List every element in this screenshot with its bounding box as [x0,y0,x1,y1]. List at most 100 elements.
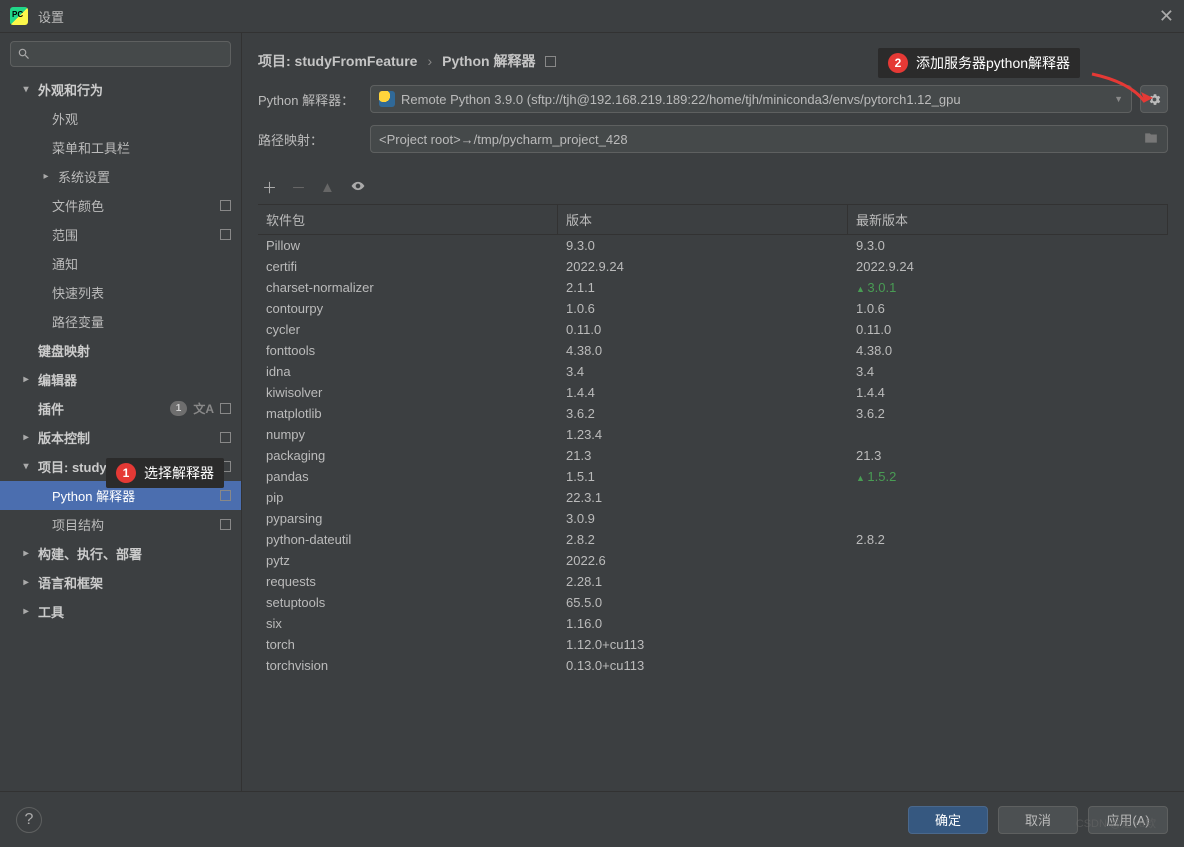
pkg-version: 2.1.1 [558,277,848,298]
path-row: 路径映射： <Project root>→/tmp/pycharm_projec… [258,125,1168,153]
folder-icon [1143,131,1159,148]
tree-item[interactable]: 通知 [0,249,241,278]
tree-item[interactable]: 路径变量 [0,307,241,336]
table-row[interactable]: Pillow9.3.09.3.0 [258,235,1168,256]
table-row[interactable]: pip22.3.1 [258,487,1168,508]
table-row[interactable]: certifi2022.9.242022.9.24 [258,256,1168,277]
pkg-version: 21.3 [558,445,848,466]
tree-item[interactable]: ▾外观和行为 [0,75,241,104]
table-row[interactable]: torchvision0.13.0+cu113 [258,655,1168,676]
close-icon[interactable]: ✕ [1159,6,1174,27]
tree-item[interactable]: ▸工具 [0,597,241,626]
search-input[interactable] [10,41,231,67]
table-row[interactable]: packaging21.321.3 [258,445,1168,466]
tree-item[interactable]: 插件1文A [0,394,241,423]
tree-item[interactable]: ▸构建、执行、部署 [0,539,241,568]
tree-item-label: 外观 [52,109,78,128]
badge: 1 [170,401,188,416]
chevron-icon: ▸ [18,606,34,617]
pkg-name: matplotlib [258,403,558,424]
header-latest[interactable]: 最新版本 [848,205,1168,234]
table-row[interactable]: matplotlib3.6.23.6.2 [258,403,1168,424]
tree-item[interactable]: 范围 [0,220,241,249]
tree-item[interactable]: 外观 [0,104,241,133]
tree-item-label: 项目结构 [52,515,104,534]
tree-item[interactable]: ▸系统设置 [0,162,241,191]
path-value: <Project root>→/tmp/pycharm_project_428 [379,132,628,147]
path-field[interactable]: <Project root>→/tmp/pycharm_project_428 [370,125,1168,153]
pkg-version: 2.8.2 [558,529,848,550]
table-row[interactable]: kiwisolver1.4.41.4.4 [258,382,1168,403]
breadcrumb-page: Python 解释器 [442,51,535,71]
table-row[interactable]: contourpy1.0.61.0.6 [258,298,1168,319]
tree-item[interactable]: ▸版本控制 [0,423,241,452]
tree-item[interactable]: 文件颜色 [0,191,241,220]
scope-icon [220,490,231,501]
pkg-name: six [258,613,558,634]
pkg-latest [848,424,1168,445]
tree-item[interactable]: 键盘映射 [0,336,241,365]
table-row[interactable]: requests2.28.1 [258,571,1168,592]
pkg-name: fonttools [258,340,558,361]
table-row[interactable]: idna3.43.4 [258,361,1168,382]
upgrade-package-button[interactable]: ▲ [320,179,335,196]
table-row[interactable]: torch1.12.0+cu113 [258,634,1168,655]
pkg-latest [848,487,1168,508]
interpreter-field[interactable]: Remote Python 3.9.0 (sftp://tjh@192.168.… [370,85,1132,113]
scope-icon [220,432,231,443]
tree-item-label: 编辑器 [38,370,77,389]
tree-item[interactable]: 快速列表 [0,278,241,307]
cancel-button[interactable]: 取消 [998,806,1078,834]
pkg-name: requests [258,571,558,592]
table-row[interactable]: fonttools4.38.04.38.0 [258,340,1168,361]
table-row[interactable]: pytz2022.6 [258,550,1168,571]
table-body[interactable]: Pillow9.3.09.3.0certifi2022.9.242022.9.2… [258,235,1168,791]
pkg-latest [848,613,1168,634]
pkg-version: 1.12.0+cu113 [558,634,848,655]
chevron-icon: ▸ [38,171,54,182]
pkg-version: 1.4.4 [558,382,848,403]
help-button[interactable]: ? [16,807,42,833]
add-package-button[interactable]: ＋ [262,177,277,198]
package-table: 软件包 版本 最新版本 Pillow9.3.09.3.0certifi2022.… [258,204,1168,791]
header-package[interactable]: 软件包 [258,205,558,234]
tree-item[interactable]: ▸编辑器 [0,365,241,394]
apply-button[interactable]: 应用(A) [1088,806,1168,834]
pkg-name: idna [258,361,558,382]
pkg-version: 0.11.0 [558,319,848,340]
interpreter-label: Python 解释器： [258,90,370,109]
tree-item[interactable]: 项目结构 [0,510,241,539]
pkg-version: 2022.9.24 [558,256,848,277]
table-row[interactable]: charset-normalizer2.1.13.0.1 [258,277,1168,298]
pkg-name: pyparsing [258,508,558,529]
pkg-version: 4.38.0 [558,340,848,361]
table-row[interactable]: python-dateutil2.8.22.8.2 [258,529,1168,550]
remove-package-button[interactable]: － [291,177,306,198]
table-row[interactable]: setuptools65.5.0 [258,592,1168,613]
tree-item[interactable]: 菜单和工具栏 [0,133,241,162]
table-row[interactable]: pandas1.5.11.5.2 [258,466,1168,487]
show-early-button[interactable] [349,179,367,197]
pkg-latest [848,571,1168,592]
ok-button[interactable]: 确定 [908,806,988,834]
pkg-version: 3.0.9 [558,508,848,529]
table-row[interactable]: six1.16.0 [258,613,1168,634]
table-row[interactable]: pyparsing3.0.9 [258,508,1168,529]
tree-item-label: 通知 [52,254,78,273]
annotation-arrow [1090,72,1160,112]
tree-item-label: 路径变量 [52,312,104,331]
table-row[interactable]: cycler0.11.00.11.0 [258,319,1168,340]
table-row[interactable]: numpy1.23.4 [258,424,1168,445]
chevron-icon: ▾ [18,461,34,472]
table-header: 软件包 版本 最新版本 [258,205,1168,235]
tree-item-label: 语言和框架 [38,573,103,592]
header-version[interactable]: 版本 [558,205,848,234]
pkg-name: pytz [258,550,558,571]
tree-item[interactable]: ▸语言和框架 [0,568,241,597]
annotation-1-text: 选择解释器 [144,463,214,483]
pkg-latest [848,634,1168,655]
annotation-2: 2 添加服务器python解释器 [878,48,1080,78]
annotation-2-text: 添加服务器python解释器 [916,53,1070,73]
footer: ? 确定 取消 应用(A) [0,791,1184,847]
chevron-icon: ▸ [18,548,34,559]
